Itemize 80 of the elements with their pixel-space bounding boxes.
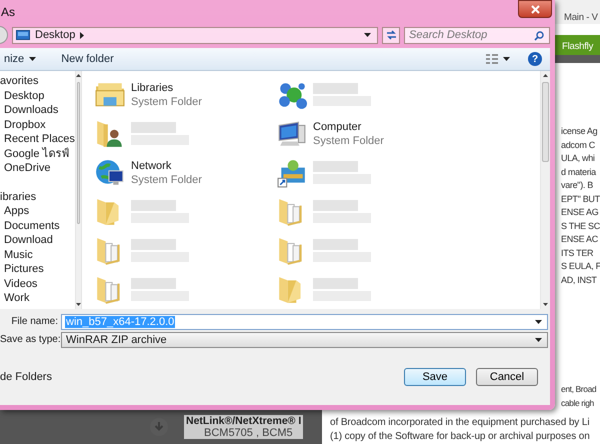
file-type: System Folder bbox=[131, 96, 202, 108]
browser-tab[interactable]: Main - V bbox=[555, 0, 600, 24]
help-button[interactable]: ? bbox=[528, 52, 542, 66]
dropdown-icon bbox=[364, 33, 371, 37]
window-title: As bbox=[0, 5, 16, 19]
nav-item[interactable]: Recent Places bbox=[0, 132, 75, 146]
scroll-thumb[interactable] bbox=[76, 82, 80, 224]
organize-button[interactable]: nize bbox=[0, 51, 40, 67]
close-button[interactable] bbox=[518, 0, 552, 18]
nav-item[interactable]: Desktop bbox=[0, 88, 75, 103]
new-folder-button[interactable]: New folder bbox=[57, 51, 118, 67]
file-scrollbar[interactable] bbox=[540, 71, 550, 309]
scroll-down-icon bbox=[76, 303, 81, 306]
scroll-thumb[interactable] bbox=[542, 82, 549, 162]
file-name: Network bbox=[131, 160, 172, 172]
license-text: d materia bbox=[560, 166, 598, 178]
file-item[interactable]: Network System Folder bbox=[95, 153, 277, 192]
refresh-button[interactable] bbox=[382, 26, 400, 44]
nav-item[interactable]: Work bbox=[0, 291, 75, 306]
file-item[interactable]: Computer System Folder bbox=[277, 114, 540, 153]
save-button[interactable]: Save bbox=[404, 368, 466, 386]
license-text: cable righ bbox=[560, 396, 595, 410]
caret-icon bbox=[503, 57, 510, 61]
nav-scrollbar[interactable] bbox=[74, 71, 81, 309]
license-text: vare"). B bbox=[560, 179, 594, 192]
file-name: Computer bbox=[313, 120, 362, 132]
search-icon bbox=[534, 30, 544, 40]
computer-icon bbox=[277, 118, 307, 148]
scroll-down-icon bbox=[543, 303, 548, 306]
license-text: ITS TER bbox=[560, 246, 594, 260]
network-globe-icon bbox=[95, 158, 125, 188]
file-type: System Folder bbox=[131, 174, 202, 186]
user-folder-icon bbox=[95, 118, 125, 148]
address-text: Desktop bbox=[35, 29, 76, 41]
caret-icon bbox=[29, 57, 36, 61]
nav-header[interactable]: avorites bbox=[0, 74, 75, 88]
license-text: (1) copy of the Software for back-up or archival purposes on bbox=[330, 430, 591, 444]
license-text: icense Ag bbox=[560, 125, 598, 138]
hide-folders-link[interactable]: de Folders bbox=[0, 371, 52, 383]
search-field[interactable]: Search Desktop bbox=[404, 26, 550, 44]
app-shortcut-icon bbox=[277, 158, 307, 188]
cancel-button[interactable]: Cancel bbox=[476, 368, 538, 386]
nav-item[interactable]: Downloads bbox=[0, 103, 75, 118]
dropdown-icon bbox=[535, 338, 542, 342]
scroll-up-icon bbox=[76, 74, 81, 77]
license-text: ULA, whi bbox=[560, 152, 596, 165]
nav-item[interactable]: Music bbox=[0, 248, 75, 262]
license-text: S THE SC bbox=[560, 220, 600, 232]
file-type-dropdown[interactable]: WinRAR ZIP archive bbox=[61, 332, 548, 348]
license-text: of Broadcom incorporated in the equipment purchased by Li bbox=[330, 416, 590, 430]
file-type: System Folder bbox=[313, 134, 384, 146]
field-label: File name: bbox=[10, 316, 59, 327]
nav-item[interactable]: OneDrive bbox=[0, 161, 75, 176]
scroll-up-icon bbox=[543, 74, 548, 77]
view-options-icon bbox=[486, 54, 498, 64]
refresh-icon bbox=[386, 30, 396, 40]
chevron-right-icon bbox=[80, 32, 84, 38]
nav-item[interactable]: Pictures bbox=[0, 262, 75, 276]
nav-item[interactable]: Download bbox=[0, 233, 75, 248]
license-text: ent, Broad bbox=[560, 383, 598, 396]
file-item[interactable]: Libraries System Folder bbox=[95, 75, 277, 114]
file-name: Libraries bbox=[131, 82, 174, 94]
product-models: BCM5705 , BCM5 bbox=[184, 427, 304, 439]
address-bar[interactable]: Desktop bbox=[12, 26, 378, 44]
license-text: ENSE AC bbox=[560, 233, 599, 246]
license-text: EPT" BUT bbox=[560, 192, 600, 206]
close-icon bbox=[530, 4, 540, 14]
nav-item[interactable]: Dropbox bbox=[0, 118, 75, 132]
license-text: ENSE AG bbox=[560, 206, 600, 219]
license-text: adcom C bbox=[560, 138, 596, 152]
nav-item[interactable]: Google ไดรฟ์ bbox=[0, 146, 75, 161]
nav-header[interactable]: ibraries bbox=[0, 190, 75, 204]
nav-item[interactable]: Apps bbox=[0, 204, 75, 218]
dropdown-icon bbox=[535, 320, 542, 324]
license-text: AD, INST bbox=[560, 274, 598, 286]
nav-item[interactable]: Documents bbox=[0, 218, 75, 233]
product-title: NetLink®/NetXtreme® I bbox=[184, 415, 304, 427]
nav-item[interactable]: Videos bbox=[0, 276, 75, 291]
desktop-icon bbox=[16, 30, 30, 40]
field-label: Save as type: bbox=[0, 334, 61, 345]
